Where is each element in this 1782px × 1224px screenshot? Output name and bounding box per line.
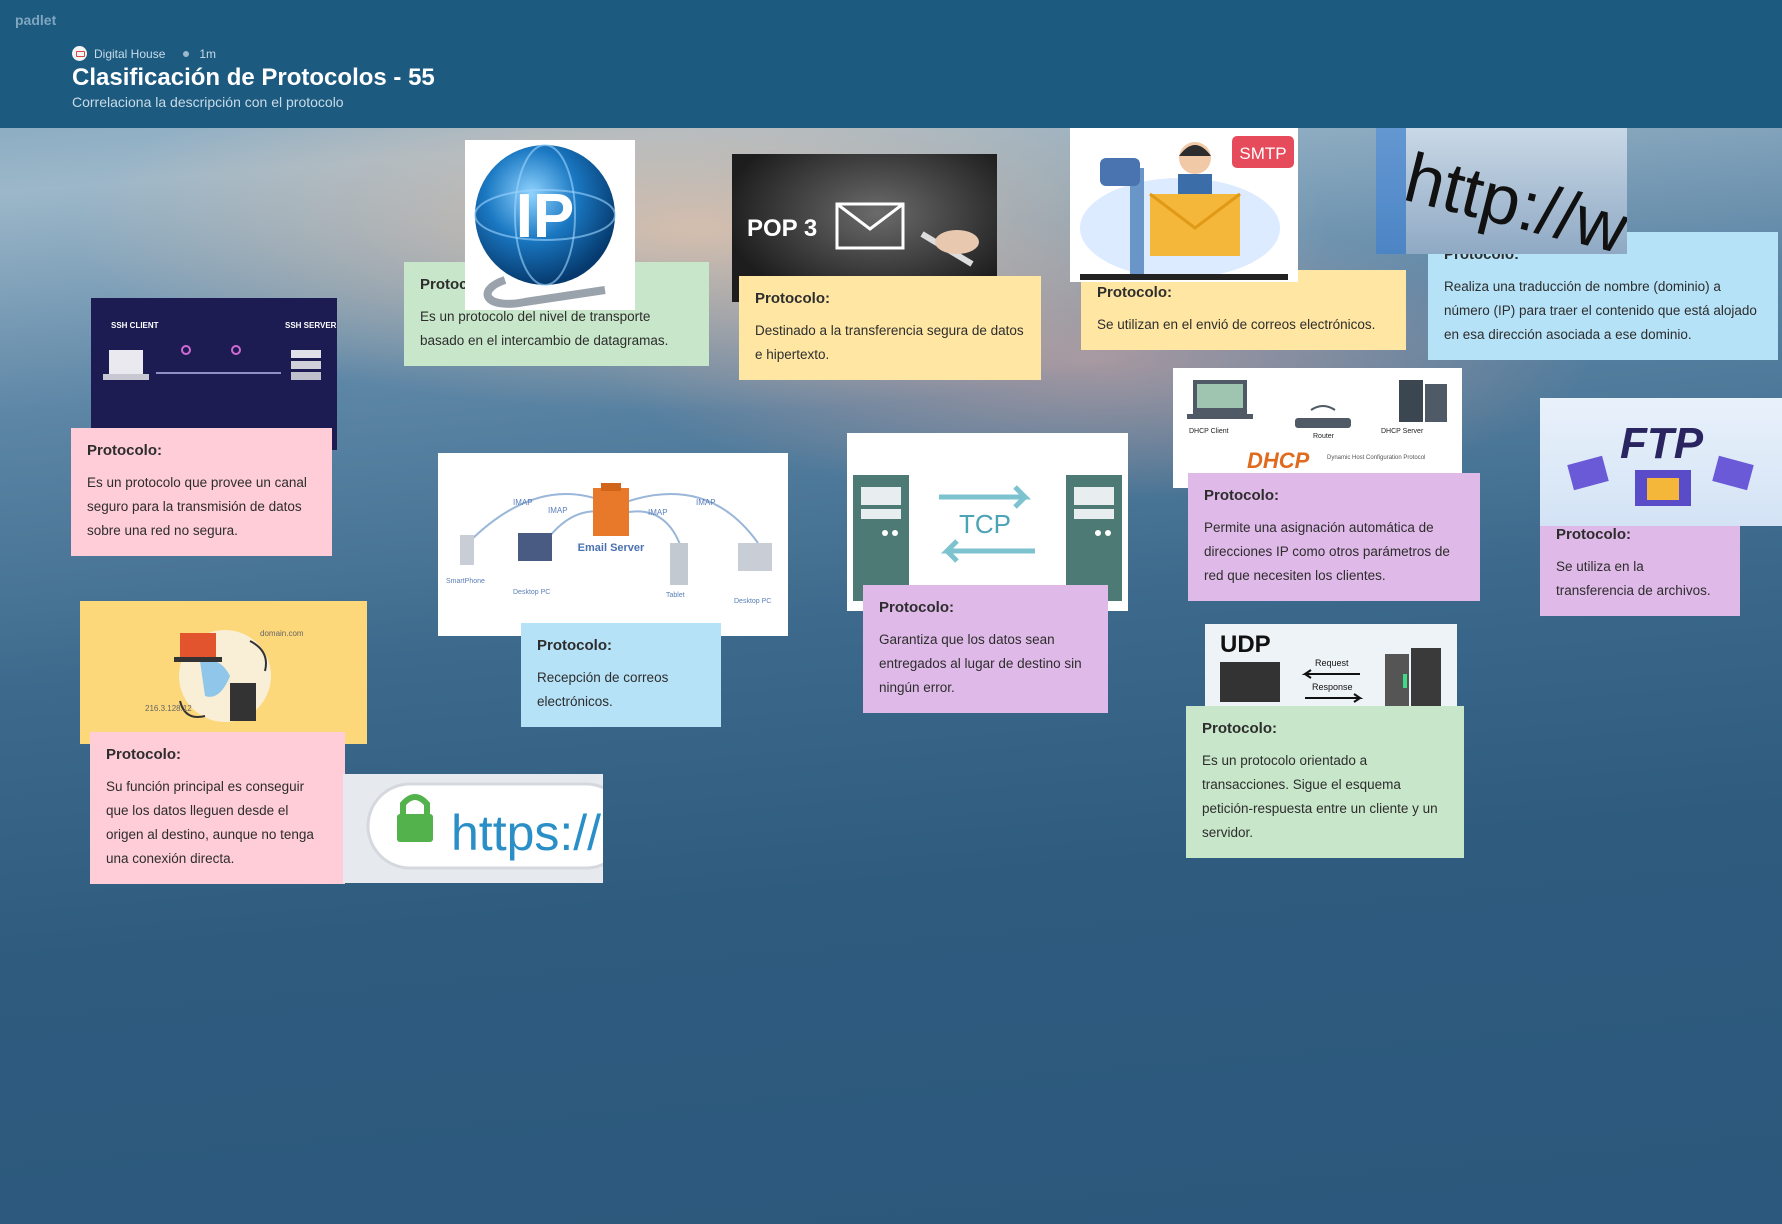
card-body: Se utiliza en la transferencia de archiv… [1556,559,1711,598]
pop3-label: POP 3 [747,215,817,242]
imap-label: IMAP [696,498,716,507]
router-label: Router [1313,433,1335,440]
card-body: Permite una asignación automática de dir… [1204,520,1450,583]
post-card[interactable]: Protocolo: Permite una asignación automá… [1188,473,1480,601]
post-card[interactable]: Protocolo: Es un protocolo que provee un… [71,428,332,556]
card-heading: Protocolo: [755,290,830,307]
post-card[interactable]: Protocolo: Recepción de correos electrón… [521,623,721,727]
card-body: Es un protocolo orientado a transaccione… [1202,753,1438,840]
dhcp-image[interactable]: DHCP Client Router DHCP Server DHCP Dyna… [1173,368,1462,488]
ftp-label: FTP [1620,419,1704,468]
desktop-label: Desktop PC [734,598,771,605]
request-label: Request [1315,658,1349,668]
dhcp-label: DHCP [1247,448,1310,473]
card-heading: Protocolo: [1202,720,1277,737]
top-bar: padlet Digital House 1m Clasificación de… [0,0,1782,128]
org-avatar-icon [72,46,87,61]
post-card[interactable]: Protocolo: Se utiliza en la transferenci… [1540,512,1740,616]
card-body: Es un protocolo que provee un canal segu… [87,475,307,538]
dhcp-server-label: DHCP Server [1381,428,1424,435]
post-card[interactable]: Protocolo: Garantiza que los datos sean … [863,585,1108,713]
dhcp-caption: Dynamic Host Configuration Protocol [1327,455,1425,461]
card-body: Destinado a la transferencia segura de d… [755,323,1024,362]
https-image[interactable]: https:// [343,774,603,883]
card-heading: Protocolo: [87,442,162,459]
smartphone-label: SmartPhone [446,578,485,585]
card-body: Realiza una traducción de nombre (domini… [1444,279,1757,342]
padlet-logo[interactable]: padlet [15,12,56,28]
imap-label: IMAP [513,498,533,507]
email-server-image[interactable]: IMAP IMAP IMAP IMAP Email Server SmartPh… [438,453,788,636]
card-heading: Protocolo: [537,637,612,654]
card-body: Se utilizan en el envió de correos elect… [1097,317,1376,332]
domain-label: domain.com [260,629,304,638]
card-heading: Protocolo: [106,746,181,763]
udp-image[interactable]: UDP Request Response [1205,624,1457,712]
card-body: Garantiza que los datos sean entregados … [879,632,1082,695]
smtp-image[interactable]: SMTP [1070,128,1298,282]
response-label: Response [1312,682,1353,692]
card-heading: Protocolo: [879,599,954,616]
ip-label: IP [516,182,575,251]
imap-label: IMAP [548,506,568,515]
ssh-server-label: SSH SERVER [285,321,337,330]
ip-address-label: 216.3.128.12 [145,704,192,713]
page-title: Clasificación de Protocolos - 55 [72,64,435,91]
post-card[interactable]: Protocolo: Se utilizan en el envió de co… [1081,270,1406,350]
ip-image[interactable]: IP [465,140,635,310]
post-card[interactable]: Protocolo: Es un protocolo orientado a t… [1186,706,1464,858]
smtp-label: SMTP [1239,144,1286,163]
http-image[interactable]: http://ww [1376,128,1627,254]
imap-label: IMAP [648,508,668,517]
ssh-client-label: SSH CLIENT [111,321,159,330]
udp-label: UDP [1220,631,1271,658]
card-heading: Protocolo: [1204,487,1279,504]
ftp-image[interactable]: FTP [1540,398,1782,526]
org-name[interactable]: Digital House [94,47,165,61]
card-body: Su función principal es conseguir que lo… [106,779,314,866]
post-card[interactable]: Protocolo: Destinado a la transferencia … [739,276,1041,380]
tablet-label: Tablet [666,592,685,599]
post-card[interactable]: Protocolo: Su función principal es conse… [90,732,345,884]
http-label: http://ww [1397,138,1627,254]
page-subtitle: Correlaciona la descripción con el proto… [72,94,344,110]
dhcp-client-label: DHCP Client [1189,428,1229,435]
https-label: https:// [451,805,601,861]
desktop-label: Desktop PC [513,589,550,596]
separator-dot [183,50,190,57]
card-body: Recepción de correos electrónicos. [537,670,669,709]
dns-image[interactable]: domain.com 216.3.128.12 [80,601,367,744]
email-server-label: Email Server [578,542,645,554]
board-meta: Digital House 1m [72,46,216,61]
tcp-label: TCP [959,509,1011,539]
card-body: Es un protocolo del nivel de transporte … [420,309,669,348]
card-heading: Protocolo: [1097,284,1172,301]
last-updated: 1m [199,46,217,61]
card-heading: Protocolo: [1556,526,1631,543]
